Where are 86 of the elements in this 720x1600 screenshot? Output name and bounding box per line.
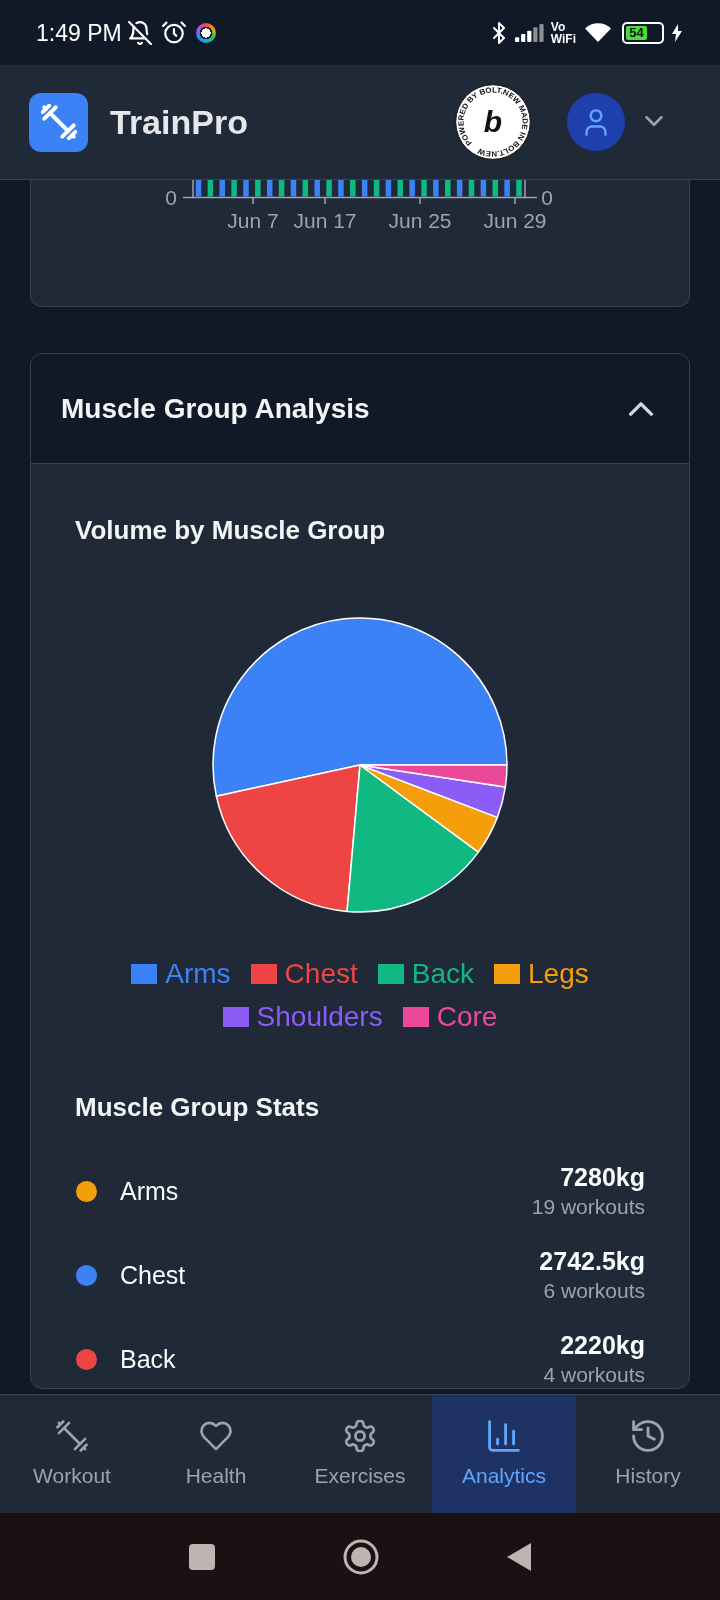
legend-label: Chest (284, 957, 358, 991)
legend-label: Arms (165, 957, 231, 991)
muscle-group-name: Arms (120, 1176, 179, 1206)
chart-bar (409, 180, 415, 197)
network-label: Vo (550, 20, 567, 33)
app-name: TrainPro (110, 102, 248, 142)
signal-icon (514, 23, 545, 42)
alarm-clock-icon (161, 20, 186, 45)
axis-label: Jun 17 (293, 209, 357, 232)
chart-bar (326, 180, 332, 197)
network-label: WiFi (550, 32, 576, 45)
chart-bar (350, 180, 356, 197)
profile-button[interactable] (567, 93, 625, 151)
recents-icon[interactable] (189, 1543, 215, 1570)
chart-bar (231, 180, 237, 197)
axis-label: 0 (541, 186, 553, 209)
lightning-bolt-icon (672, 23, 682, 42)
user-icon (585, 108, 607, 136)
chart-bar (468, 180, 475, 197)
chart-bar (421, 180, 427, 197)
volume-value: 7280kg (560, 1162, 645, 1192)
volume-value: 2220kg (560, 1330, 645, 1360)
chart-bar (456, 180, 463, 197)
nav-tab[interactable]: Workout (0, 1395, 144, 1513)
chart-bar (290, 180, 297, 197)
axis-label: 0 (165, 186, 177, 209)
chart-bar (266, 180, 273, 197)
history-icon (632, 1420, 664, 1452)
wifi-icon (584, 22, 612, 43)
volume-value: 2742.5kg (539, 1246, 645, 1276)
chart-bar (255, 180, 261, 197)
chevron-down-icon (645, 116, 663, 126)
nav-tab[interactable]: History (576, 1395, 720, 1513)
muscle-group-name: Back (120, 1344, 176, 1374)
bluetooth-icon (492, 21, 505, 44)
legend-label: Back (411, 957, 474, 991)
chart-bar (207, 180, 214, 197)
chevron-up-icon (629, 401, 653, 416)
legend-label: Shoulders (256, 1000, 383, 1034)
chart-bar (480, 180, 487, 197)
chart-bar (243, 180, 249, 197)
settings-icon (344, 1420, 376, 1452)
axis-label: Jun 7 (227, 209, 279, 232)
chart-bar (314, 180, 320, 197)
chart-bar (195, 180, 202, 197)
nav-tab[interactable]: Health (144, 1395, 288, 1513)
chart-bar (516, 180, 522, 197)
section-title: Muscle Group Stats (75, 1092, 321, 1122)
chart-title: Volume by Muscle Group (75, 515, 387, 545)
home-icon[interactable] (343, 1538, 379, 1575)
chart-bar (338, 180, 344, 197)
chart-bar (385, 180, 392, 197)
heart-icon (200, 1420, 232, 1452)
ring-icon (195, 22, 216, 43)
chart-bar (397, 180, 404, 197)
account-menu-button[interactable] (645, 116, 663, 128)
chart-bar (445, 180, 451, 197)
right-y-axis (524, 180, 538, 199)
chart-bar (278, 180, 285, 197)
chart-bar (492, 180, 498, 197)
bar-chart-icon (488, 1420, 520, 1452)
axis-label: Jun 25 (388, 209, 452, 232)
legend-label: Legs (528, 957, 589, 991)
nav-tab[interactable]: Exercises (288, 1395, 432, 1513)
chart-bar (433, 180, 439, 197)
back-icon[interactable] (507, 1542, 531, 1571)
battery-percent: 54 (629, 25, 644, 40)
left-y-axis (182, 180, 194, 199)
bell-off-icon (127, 20, 152, 45)
chart-bar (302, 180, 309, 197)
collapse-toggle[interactable] (629, 401, 653, 416)
workout-count: 19 workouts (531, 1194, 645, 1220)
app-logo-icon (29, 92, 88, 152)
status-time: 1:49 PM (36, 18, 122, 47)
chart-bar (219, 180, 225, 197)
chart-bar (373, 180, 380, 197)
workout-count: 4 workouts (543, 1362, 645, 1388)
chart-bar (361, 180, 368, 197)
nav-tab[interactable]: Analytics (432, 1395, 576, 1513)
chart-bar (504, 180, 510, 197)
workout-count: 6 workouts (543, 1278, 645, 1304)
dumbbell-icon (56, 1420, 88, 1452)
card-title: Muscle Group Analysis (61, 391, 370, 426)
muscle-group-name: Chest (120, 1260, 186, 1290)
axis-label: Jun 29 (483, 209, 547, 232)
legend-label: Core (436, 1000, 498, 1034)
